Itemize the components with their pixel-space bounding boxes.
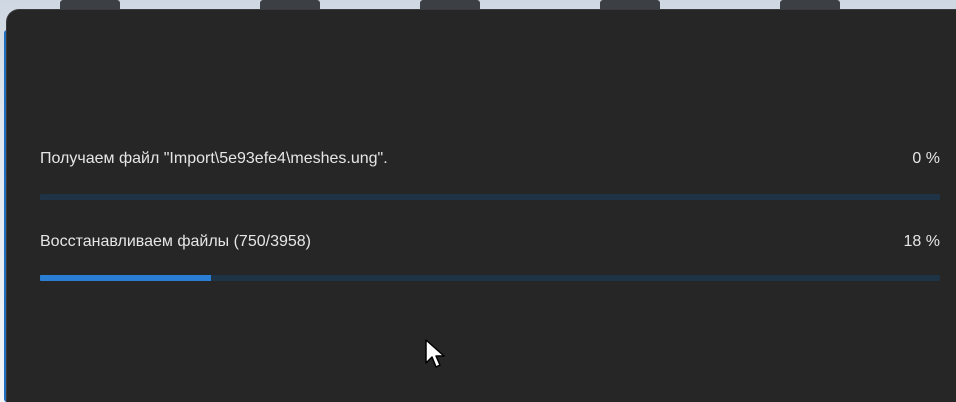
task-row-restore: Восстанавливаем файлы (750/3958) 18 % <box>40 232 940 254</box>
task-percent: 0 % <box>912 150 940 167</box>
task-label: Восстанавливаем файлы (750/3958) <box>40 233 311 250</box>
mouse-pointer-icon <box>425 339 445 368</box>
progress-bar-download <box>40 194 940 200</box>
task-percent: 18 % <box>903 233 940 250</box>
progress-bar-restore <box>40 275 940 281</box>
progress-dialog: Получаем файл "Import\5e93efe4\meshes.un… <box>7 10 956 402</box>
task-label: Получаем файл "Import\5e93efe4\meshes.un… <box>40 150 388 167</box>
task-row-download: Получаем файл "Import\5e93efe4\meshes.un… <box>40 149 940 171</box>
progress-fill <box>40 275 211 281</box>
